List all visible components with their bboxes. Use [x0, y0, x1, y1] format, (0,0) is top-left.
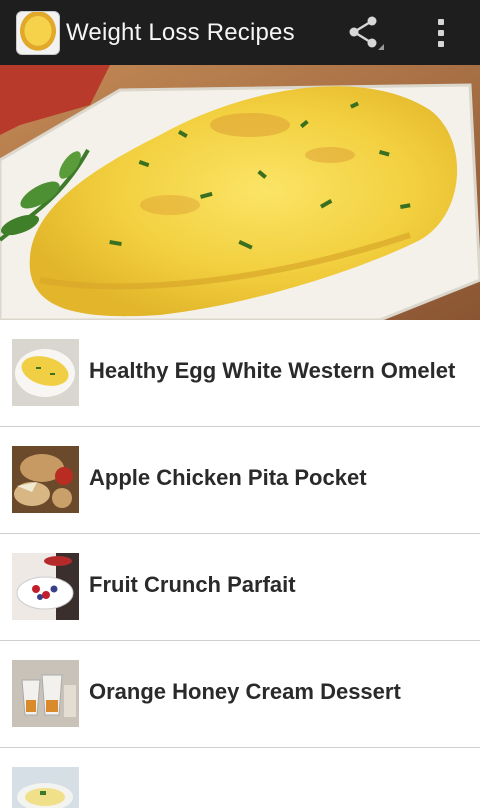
- overflow-dot: [438, 30, 444, 36]
- omelet-thumb-icon: [12, 339, 79, 406]
- share-icon: [349, 16, 384, 50]
- pita-thumb-icon: [12, 446, 79, 513]
- list-item[interactable]: [0, 748, 480, 808]
- recipe-title: Fruit Crunch Parfait: [89, 572, 296, 597]
- recipe-title: Healthy Egg White Western Omelet: [89, 358, 456, 383]
- list-item[interactable]: Orange Honey Cream Dessert: [0, 641, 480, 748]
- soup-thumb-icon: [12, 767, 79, 808]
- share-button[interactable]: [340, 10, 390, 56]
- list-item[interactable]: Healthy Egg White Western Omelet: [0, 320, 480, 427]
- recipe-list: Healthy Egg White Western Omelet Apple C…: [0, 320, 480, 808]
- app-title: Weight Loss Recipes: [66, 18, 295, 46]
- action-bar: Weight Loss Recipes: [0, 0, 480, 65]
- overflow-menu-button[interactable]: [418, 10, 466, 56]
- app-logo-icon[interactable]: [16, 10, 60, 55]
- list-item[interactable]: Apple Chicken Pita Pocket: [0, 427, 480, 534]
- hero-image[interactable]: [0, 65, 480, 320]
- list-item[interactable]: Fruit Crunch Parfait: [0, 534, 480, 641]
- overflow-dot: [438, 41, 444, 47]
- recipe-title: Orange Honey Cream Dessert: [89, 679, 401, 704]
- dessert-thumb-icon: [12, 660, 79, 727]
- overflow-menu-icon: [438, 19, 444, 25]
- recipe-title: Apple Chicken Pita Pocket: [89, 465, 367, 490]
- omelet-photo: [0, 65, 480, 320]
- parfait-thumb-icon: [12, 553, 79, 620]
